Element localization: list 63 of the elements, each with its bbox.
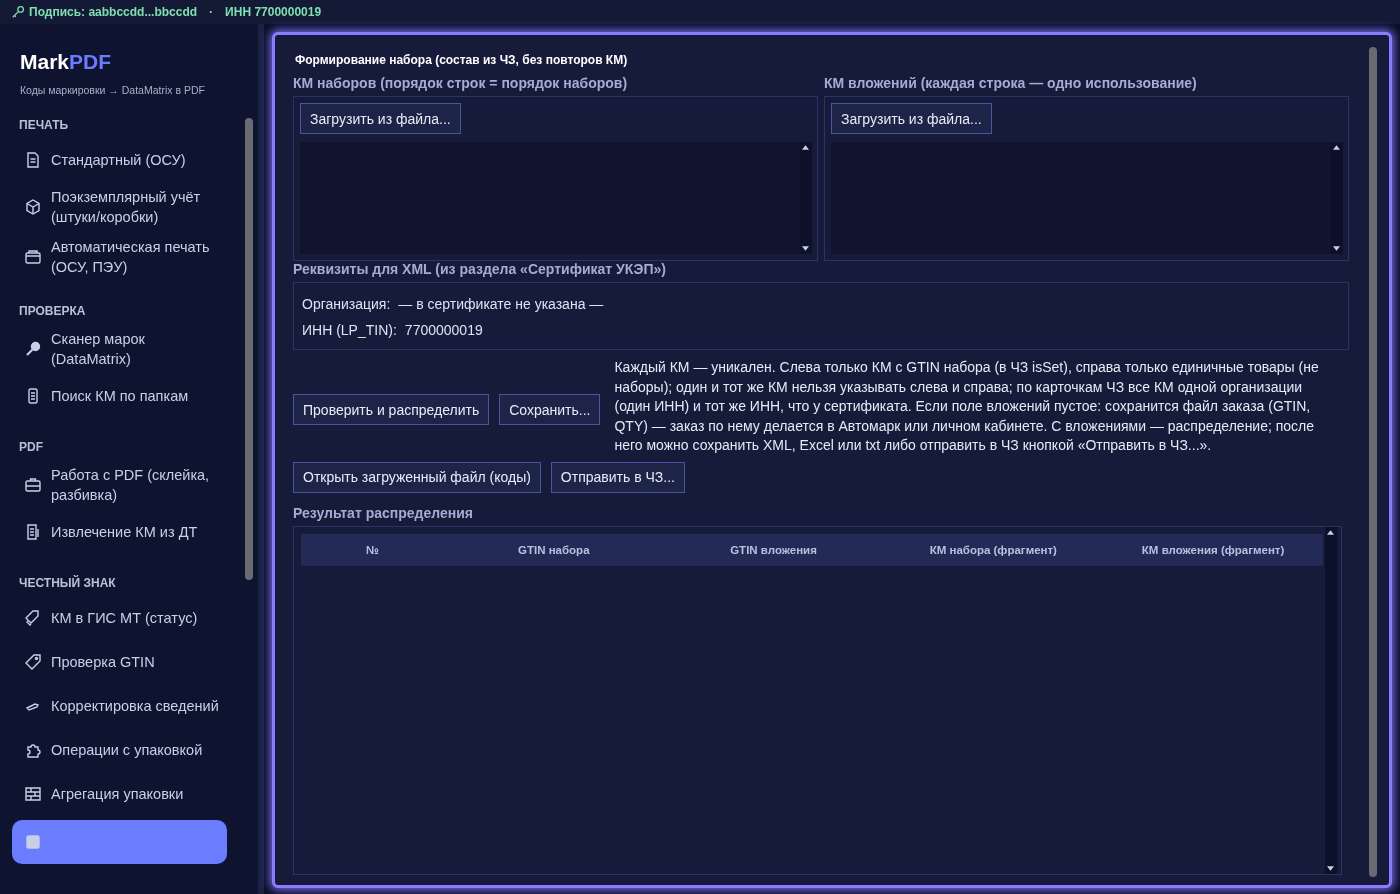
sidebar-item[interactable]: Корректировка сведений xyxy=(12,684,227,728)
sidebar-item[interactable]: Проверка GTIN xyxy=(12,640,227,684)
section-heading: ПЕЧАТЬ xyxy=(19,118,69,132)
scroll-down-icon[interactable] xyxy=(802,246,809,251)
sidebar-item[interactable]: КМ в ГИС МТ (статус) xyxy=(12,596,227,640)
scroll-down-icon[interactable] xyxy=(1333,246,1340,251)
scrollbar[interactable] xyxy=(1325,526,1337,874)
sidebar-item[interactable]: Автоматическая печать (ОСУ, ПЭУ) xyxy=(12,232,227,282)
section-heading: ЧЕСТНЫЙ ЗНАК xyxy=(19,576,116,590)
sidebar-item[interactable]: Поэкземплярный учёт (штуки/коробки) xyxy=(12,182,227,232)
inn-text: ИНН 7700000019 xyxy=(225,5,322,19)
sidebar-item[interactable]: Стандартный (ОСУ) xyxy=(12,138,227,182)
app-subtitle: Коды маркировки → DataMatrix в PDF xyxy=(20,84,205,96)
logo: MarkPDF xyxy=(20,50,112,74)
field-label: Организация: xyxy=(302,296,391,312)
tags-icon xyxy=(24,609,42,627)
field-value: — в сертификате не указана — xyxy=(398,296,604,312)
action-button[interactable]: Проверить и распределить xyxy=(293,394,490,426)
scroll-up-icon[interactable] xyxy=(802,145,809,150)
section-label: КМ вложений (каждая строка — одно использование) xyxy=(824,75,1198,91)
column-header[interactable]: GTIN вложения xyxy=(663,543,884,556)
key-icon xyxy=(24,340,42,358)
tag-icon xyxy=(24,653,42,671)
load-file-button[interactable]: Загрузить из файла... xyxy=(831,103,992,134)
help-text: Каждый КМ — уникален. Слева только КМ с GTIN набора (в ЧЗ isSet), справа только единичные товары (не наборы); один и тот же КМ нельзя указывать слева и справа; по карточкам ЧЗ все КМ одной организации (один ИНН) и тот же ИНН, что у сертификата. Если поле вложений пустое: сохранится файл заказа (GTIN, QTY) — заказ по нему делается в Автомарк или личном кабинете. С вложениями — распределение; после него можно сохранить XML, Excel или txt либо отправить в ЧЗ кнопкой «Отправить в ЧЗ...». xyxy=(614,358,1320,456)
field-value: 7700000019 xyxy=(404,322,483,338)
scroll-up-icon[interactable] xyxy=(1327,529,1334,535)
sidebar-item[interactable]: Извлечение КМ из ДТ xyxy=(12,510,227,554)
sidebar-item[interactable]: Поиск КМ по папкам xyxy=(12,374,227,418)
scrollbar[interactable] xyxy=(1331,142,1343,254)
section-heading: PDF xyxy=(19,440,43,454)
section-heading: ПРОВЕРКА xyxy=(19,304,86,318)
box-icon xyxy=(24,198,42,216)
column-header[interactable]: GTIN набора xyxy=(443,543,664,556)
column-header[interactable]: КМ вложения (фрагмент) xyxy=(1103,543,1323,556)
separator-dot: · xyxy=(209,5,214,19)
signature-text: Подпись: aabbccdd...bbccdd xyxy=(29,5,198,19)
action-button[interactable]: Открыть загруженный файл (коды) xyxy=(293,461,541,493)
scrollbar[interactable] xyxy=(1369,47,1377,877)
doc-icon xyxy=(24,151,42,169)
section-label: Реквизиты для XML (из раздела «Сертификат УКЭП») xyxy=(293,261,667,277)
sidebar-item[interactable]: Работа с PDF (склейка, разбивка) xyxy=(12,460,227,510)
scroll-down-icon[interactable] xyxy=(1327,865,1334,871)
docs-icon xyxy=(24,523,42,541)
sidebar-item[interactable]: Операции с упаковкой xyxy=(12,728,227,772)
load-file-button[interactable]: Загрузить из файла... xyxy=(300,103,461,134)
case-icon xyxy=(24,476,42,494)
panel-title: Формирование набора (состав из ЧЗ, без повторов КМ) xyxy=(295,53,629,67)
field-label: ИНН (LP_TIN): xyxy=(302,322,397,338)
scrollbar[interactable] xyxy=(245,118,253,580)
action-button[interactable]: Сохранить... xyxy=(499,394,601,426)
section-label: КМ наборов (порядок строк = порядок наборов) xyxy=(293,75,629,91)
puzzle-icon xyxy=(24,741,42,759)
column-header[interactable]: КМ набора (фрагмент) xyxy=(883,543,1104,556)
sidebar-item[interactable]: Сканер марок (DataMatrix) xyxy=(12,324,227,374)
action-button[interactable]: Отправить в ЧЗ... xyxy=(550,461,685,493)
column-header[interactable]: № xyxy=(301,543,444,556)
section-label: Результат распределения xyxy=(293,504,474,521)
key-icon xyxy=(11,5,25,19)
bricks-icon xyxy=(24,785,42,803)
sidebar-item[interactable]: Агрегация упаковки xyxy=(12,772,227,816)
scroll-up-icon[interactable] xyxy=(1333,145,1340,150)
scrollbar[interactable] xyxy=(800,142,812,254)
